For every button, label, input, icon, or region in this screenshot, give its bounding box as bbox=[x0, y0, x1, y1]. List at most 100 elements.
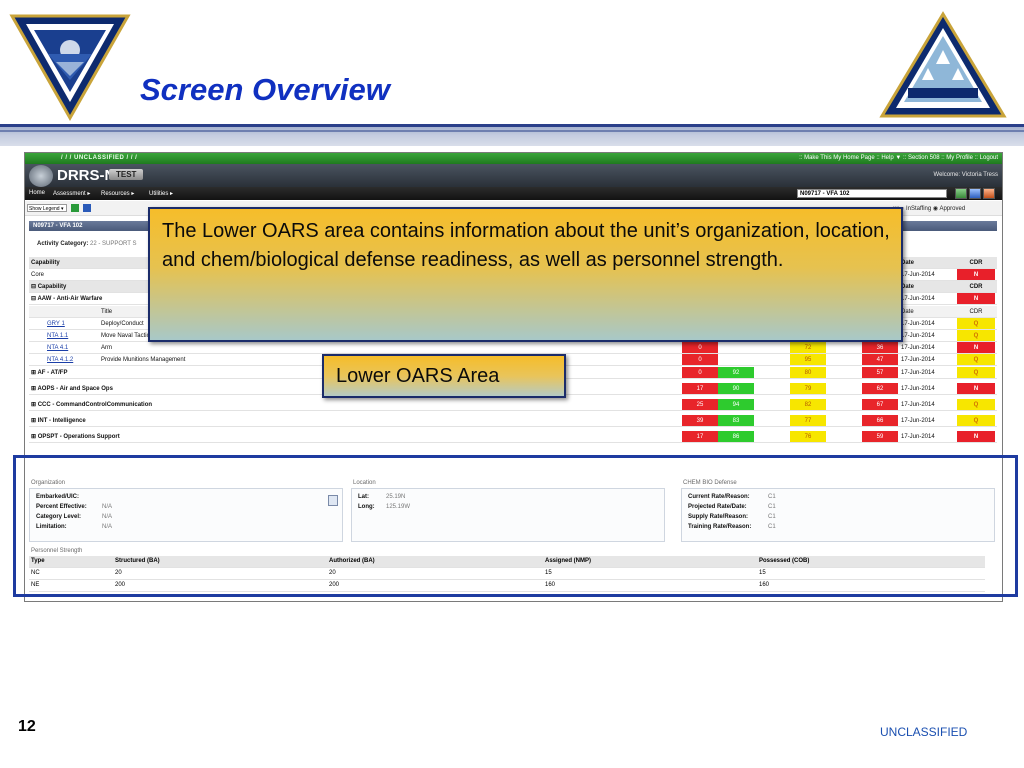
metric-cell: 77 bbox=[790, 415, 826, 426]
metric-cell: 79 bbox=[790, 383, 826, 394]
met-title: Arm bbox=[101, 345, 112, 351]
refresh-icon[interactable] bbox=[955, 188, 967, 199]
activity-category: Activity Category: 22 - SUPPORT S bbox=[37, 241, 137, 247]
date-cell: Date bbox=[901, 284, 915, 290]
drrs-seal-icon bbox=[29, 165, 53, 187]
callout-lower-oars-text: Lower OARS Area bbox=[336, 365, 500, 387]
metric-cell: 94 bbox=[718, 399, 754, 410]
date-cell: 17-Jun-2014 bbox=[901, 296, 935, 302]
metric-cell: 83 bbox=[718, 415, 754, 426]
cdr-cell: CDR bbox=[969, 309, 983, 315]
row-label: ⊞ CCC - CommandControlCommunication bbox=[31, 402, 153, 408]
callout-description-text: The Lower OARS area contains information… bbox=[162, 220, 890, 271]
date-cell: 17-Jun-2014 bbox=[901, 345, 935, 351]
classification-banner: / / / UNCLASSIFIED / / / bbox=[61, 155, 138, 161]
header-stripe-line-2 bbox=[0, 130, 1024, 132]
date-cell: 17-Jun-2014 bbox=[901, 321, 935, 327]
toolbar-icons bbox=[955, 188, 999, 199]
unit-select[interactable]: N09717 - VFA 102 bbox=[797, 189, 947, 198]
callout-lower-oars-label: Lower OARS Area bbox=[322, 354, 566, 398]
nav-resources[interactable]: Resources ▸ bbox=[101, 190, 134, 197]
met-id[interactable]: NTA 4.1 bbox=[47, 342, 97, 353]
top-links[interactable]: :: Make This My Home Page :: Help ▼ :: S… bbox=[799, 155, 998, 161]
met-id bbox=[47, 306, 97, 317]
brand-name: DRRS-N bbox=[57, 167, 116, 184]
lower-oars-highlight-frame bbox=[13, 455, 1018, 597]
date-cell: 17-Jun-2014 bbox=[901, 357, 935, 363]
slide-number: 12 bbox=[18, 718, 36, 735]
welcome-text: Welcome: Victoria Tress bbox=[933, 172, 998, 178]
capability-row[interactable]: ⊞ OPSPT - Operations Support 17 86 76 59 17-J… bbox=[29, 431, 997, 443]
cdr-cell: N bbox=[957, 269, 995, 280]
pacific-fleet-naval-air-force-logo bbox=[878, 10, 1008, 125]
metric-cell: 90 bbox=[718, 383, 754, 394]
cdr-cell: Q bbox=[957, 354, 995, 365]
cdr-cell: Q bbox=[957, 399, 995, 410]
nav-assessment[interactable]: Assessment ▸ bbox=[53, 190, 90, 197]
radio-instaffing[interactable]: ○ InStaffing bbox=[901, 206, 932, 212]
metric-cell: 62 bbox=[862, 383, 898, 394]
env-badge: TEST bbox=[109, 169, 144, 180]
met-id[interactable]: GRY 1 bbox=[47, 318, 97, 329]
cdr-cell: N bbox=[957, 293, 995, 304]
date-cell: Date bbox=[901, 309, 914, 315]
metric-cell bbox=[718, 342, 754, 353]
nav-utilities[interactable]: Utilities ▸ bbox=[149, 190, 173, 197]
met-row: NTA 4.1 Arm 0 72 36 17-Jun-2014 N bbox=[29, 342, 997, 354]
date-cell: 17-Jun-2014 bbox=[901, 418, 935, 424]
metric-cell: 47 bbox=[862, 354, 898, 365]
metric-cell: 67 bbox=[862, 399, 898, 410]
excel-icon[interactable] bbox=[71, 204, 79, 212]
cdr-cell: Q bbox=[957, 330, 995, 341]
met-id[interactable]: NTA 4.1.2 bbox=[47, 354, 97, 365]
legend-select[interactable]: Show Legend ▾ bbox=[27, 204, 67, 212]
cdr-cell: N bbox=[957, 342, 995, 353]
metric-cell: 36 bbox=[862, 342, 898, 353]
cdr-cell: N bbox=[957, 431, 995, 442]
row-label: ⊞ INT - Intelligence bbox=[31, 418, 86, 424]
date-cell: Date bbox=[901, 260, 915, 266]
nav-home[interactable]: Home bbox=[29, 190, 45, 196]
header-stripe-line bbox=[0, 124, 1024, 127]
metric-cell: 59 bbox=[862, 431, 898, 442]
word-icon[interactable] bbox=[83, 204, 91, 212]
metric-cell: 0 bbox=[682, 367, 718, 378]
cdr-cell: Q bbox=[957, 367, 995, 378]
date-cell: 17-Jun-2014 bbox=[901, 434, 935, 440]
brand-bar bbox=[25, 164, 1002, 187]
metric-cell: 57 bbox=[862, 367, 898, 378]
metric-cell: 17 bbox=[682, 431, 718, 442]
met-id[interactable]: NTA 1.1 bbox=[47, 330, 97, 341]
row-label: ⊞ OPSPT - Operations Support bbox=[31, 434, 120, 440]
metric-cell: 76 bbox=[790, 431, 826, 442]
globe-icon[interactable] bbox=[969, 188, 981, 199]
cdr-cell: Q bbox=[957, 318, 995, 329]
radio-approved[interactable]: ◉ Approved bbox=[933, 206, 965, 212]
slide-classification: UNCLASSIFIED bbox=[880, 725, 968, 739]
metric-cell: 72 bbox=[790, 342, 826, 353]
cdr-cell: CDR bbox=[969, 284, 983, 290]
metric-cell: 66 bbox=[862, 415, 898, 426]
capability-row[interactable]: ⊞ INT - Intelligence 39 83 77 66 17-Jun-2014 Q bbox=[29, 415, 997, 427]
export-icon[interactable] bbox=[983, 188, 995, 199]
view-radios: w: ○ InStaffing ◉ Approved bbox=[893, 205, 965, 212]
date-cell: 17-Jun-2014 bbox=[901, 333, 935, 339]
date-cell: 17-Jun-2014 bbox=[901, 402, 935, 408]
naval-air-force-atlantic-logo bbox=[8, 10, 132, 127]
slide-title: Screen Overview bbox=[140, 72, 390, 107]
metric-cell: 95 bbox=[790, 354, 826, 365]
capability-row[interactable]: ⊞ CCC - CommandControlCommunication 25 94 8… bbox=[29, 399, 997, 411]
metric-cell: 25 bbox=[682, 399, 718, 410]
header-stripe bbox=[0, 124, 1024, 146]
metric-cell: 82 bbox=[790, 399, 826, 410]
metric-cell: 0 bbox=[682, 354, 718, 365]
callout-description: The Lower OARS area contains information… bbox=[148, 207, 903, 342]
date-cell: 17-Jun-2014 bbox=[901, 272, 935, 278]
metric-cell bbox=[718, 354, 754, 365]
metric-cell: 86 bbox=[718, 431, 754, 442]
cdr-cell: CDR bbox=[969, 260, 983, 266]
date-cell: 17-Jun-2014 bbox=[901, 370, 935, 376]
date-cell: 17-Jun-2014 bbox=[901, 386, 935, 392]
metric-cell: 80 bbox=[790, 367, 826, 378]
metric-cell: 39 bbox=[682, 415, 718, 426]
